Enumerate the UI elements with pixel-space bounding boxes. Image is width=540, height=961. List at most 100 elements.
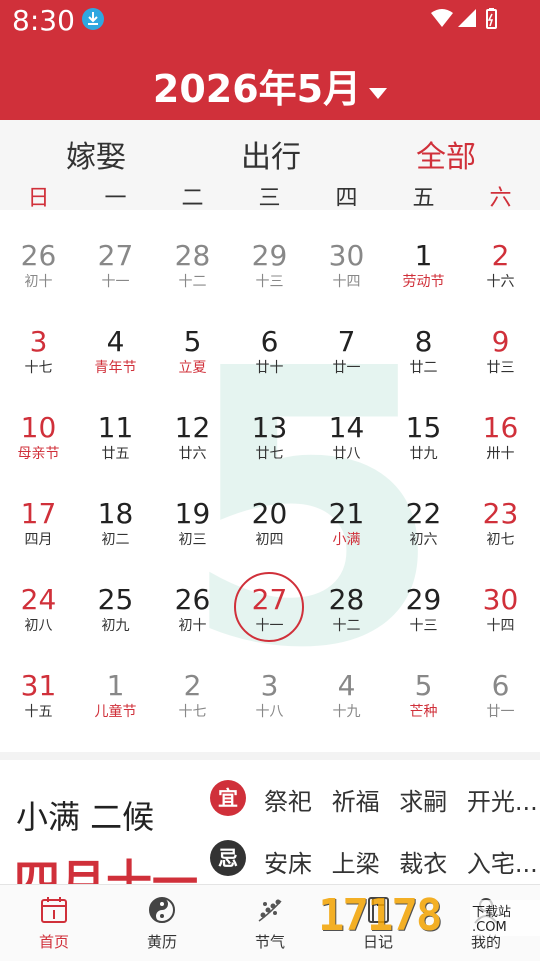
calendar-day[interactable]: 3 十七: [0, 300, 77, 386]
lunar-label: 青年节: [94, 360, 137, 376]
calendar-day[interactable]: 28 十二: [154, 214, 231, 300]
suitable-activities: 祭祀 祈福 求嗣 开光...: [264, 782, 540, 817]
lunar-label: 芒种: [409, 704, 438, 720]
tab-label: 节气: [254, 933, 285, 951]
calendar-day[interactable]: 8 廿二: [385, 300, 462, 386]
calendar-day[interactable]: 1 劳动节: [385, 214, 462, 300]
lunar-label: 十三: [255, 274, 284, 290]
weekday-sat: 六: [489, 186, 512, 211]
day-number: 1: [106, 669, 125, 702]
lunar-label: 廿六: [178, 446, 207, 462]
lunar-label: 十三: [409, 618, 438, 634]
weekday-header: 日 一 二 三 四 五 六: [0, 178, 540, 211]
wifi-icon: [431, 9, 453, 27]
calendar-day[interactable]: 12 廿六: [154, 386, 231, 472]
lunar-label: 卅十: [486, 446, 515, 462]
suitable-badge: 宜: [210, 780, 246, 816]
weekday-mon: 一: [104, 186, 127, 211]
calendar-grid: 5 26 初十 27 十一 28 十二 29 十三 30 十四 1 劳动节 2 十六 3 十七 4 青年节 5 立夏 6…: [0, 210, 540, 750]
calendar-day[interactable]: 23 初七: [462, 472, 539, 558]
lunar-label: 十九: [332, 704, 361, 720]
tab-home[interactable]: 首页: [0, 885, 108, 961]
calendar-day[interactable]: 20 初四: [231, 472, 308, 558]
day-number: 13: [251, 411, 288, 444]
lunar-label: 劳动节: [402, 274, 445, 290]
calendar-day[interactable]: 5 芒种: [385, 644, 462, 730]
lunar-label: 初七: [486, 532, 515, 548]
calendar-day[interactable]: 2 十六: [462, 214, 539, 300]
calendar-day[interactable]: 22 初六: [385, 472, 462, 558]
calendar-day[interactable]: 16 卅十: [462, 386, 539, 472]
tab-almanac[interactable]: 黄历: [108, 885, 216, 961]
calendar-day[interactable]: 19 初三: [154, 472, 231, 558]
suitable-item: 祈福: [331, 788, 380, 816]
calendar-day[interactable]: 14 廿八: [308, 386, 385, 472]
lunar-label: 十八: [255, 704, 284, 720]
lunar-label: 十一: [255, 618, 284, 634]
day-number: 16: [482, 411, 519, 444]
calendar-day[interactable]: 21 小满: [308, 472, 385, 558]
calendar-day[interactable]: 30 十四: [308, 214, 385, 300]
calendar-day[interactable]: 29 十三: [231, 214, 308, 300]
lunar-label: 初十: [24, 274, 53, 290]
day-number: 18: [97, 497, 134, 530]
calendar-day[interactable]: 6 廿一: [462, 644, 539, 730]
day-number: 4: [106, 325, 125, 358]
site-watermark-suffix: 下载站 .COM: [470, 900, 540, 936]
lunar-label: 廿一: [332, 360, 361, 376]
dropdown-caret-icon: [369, 88, 388, 99]
month-title: 2026年5月: [152, 67, 362, 111]
calendar-day-today[interactable]: 27 十一: [231, 558, 308, 644]
weekday-sun: 日: [27, 186, 50, 211]
calendar-day[interactable]: 28 十二: [308, 558, 385, 644]
lunar-date-label: 四月十一: [14, 855, 198, 884]
calendar-day[interactable]: 10 母亲节: [0, 386, 77, 472]
day-number: 6: [260, 325, 279, 358]
month-selector[interactable]: 2026年5月: [0, 58, 540, 113]
calendar-day[interactable]: 15 廿九: [385, 386, 462, 472]
calendar-day[interactable]: 17 四月: [0, 472, 77, 558]
day-number: 25: [97, 583, 134, 616]
filter-all[interactable]: 全部: [416, 132, 476, 176]
calendar-day[interactable]: 18 初二: [77, 472, 154, 558]
lunar-label: 初二: [101, 532, 130, 548]
calendar-day[interactable]: 26 初十: [0, 214, 77, 300]
calendar-day[interactable]: 6 廿十: [231, 300, 308, 386]
lunar-label: 立夏: [178, 360, 207, 376]
day-number: 27: [97, 239, 134, 272]
calendar-day[interactable]: 29 十三: [385, 558, 462, 644]
calendar-day[interactable]: 11 廿五: [77, 386, 154, 472]
day-number: 28: [174, 239, 211, 272]
suitable-item: 祭祀: [264, 788, 312, 816]
calendar-day[interactable]: 7 廿一: [308, 300, 385, 386]
weekday-fri: 五: [412, 186, 435, 211]
calendar-day[interactable]: 5 立夏: [154, 300, 231, 386]
day-number: 1: [414, 239, 433, 272]
calendar-day[interactable]: 3 十八: [231, 644, 308, 730]
calendar-day[interactable]: 24 初八: [0, 558, 77, 644]
calendar-day[interactable]: 31 十五: [0, 644, 77, 730]
calendar-day[interactable]: 13 廿七: [231, 386, 308, 472]
site-watermark: 17178: [318, 890, 442, 941]
lunar-label: 十五: [24, 704, 53, 720]
calendar-day[interactable]: 26 初十: [154, 558, 231, 644]
lunar-label: 初三: [178, 532, 207, 548]
lunar-label: 十二: [332, 618, 361, 634]
day-number: 4: [337, 669, 356, 702]
calendar-day[interactable]: 27 十一: [77, 214, 154, 300]
calendar-day[interactable]: 2 十七: [154, 644, 231, 730]
calendar-day[interactable]: 4 青年节: [77, 300, 154, 386]
calendar-day[interactable]: 1 儿童节: [77, 644, 154, 730]
lunar-label: 十一: [101, 274, 130, 290]
calendar-day[interactable]: 9 廿三: [462, 300, 539, 386]
day-number: 29: [405, 583, 442, 616]
calendar-icon: [41, 897, 67, 923]
calendar-day[interactable]: 25 初九: [77, 558, 154, 644]
calendar-day[interactable]: 4 十九: [308, 644, 385, 730]
filter-travel[interactable]: 出行: [241, 132, 301, 176]
tab-solar-terms[interactable]: 节气: [216, 885, 324, 961]
filter-marriage[interactable]: 嫁娶: [66, 132, 126, 176]
calendar-day[interactable]: 30 十四: [462, 558, 539, 644]
day-number: 24: [20, 583, 57, 616]
day-number: 3: [29, 325, 48, 358]
